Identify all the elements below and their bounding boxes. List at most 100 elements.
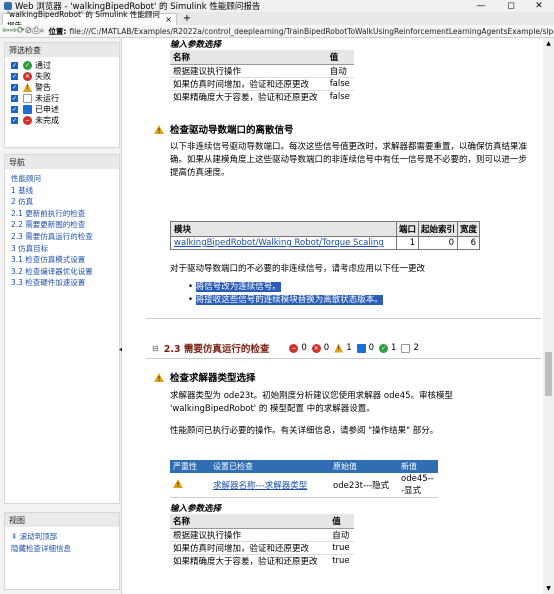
count-value: 1 — [346, 343, 352, 353]
report-content: 输入参数选择 名称值 根据建议执行操作 自动 如果仿真时间增加，验证和还原更改 fa… — [122, 38, 543, 594]
close-window-button[interactable]: ✕ — [524, 0, 554, 12]
col-new: 新值 — [398, 460, 438, 473]
solver-setting-link[interactable]: 求解器名称---求解器类型 — [213, 481, 307, 491]
count-status-icon — [356, 343, 366, 353]
status-icon: ✓ — [23, 61, 32, 70]
top-params-table: 名称值 根据建议执行操作 自动 如果仿真时间增加，验证和还原更改 false 如果精… — [170, 50, 354, 103]
nav-panel: 导航 性能顾问 1 基线 2 仿真 2.1 更新前执行的检查 2.2 需要更新图的检查 2… — [4, 154, 120, 504]
maximize-button[interactable]: ◻ — [496, 0, 526, 12]
divider — [146, 358, 541, 359]
filter-item[interactable]: ✓ ✕ 失败 — [5, 71, 119, 82]
checkbox[interactable]: ✓ — [11, 73, 18, 80]
filter-item[interactable]: ✓ 未运行 — [5, 93, 119, 104]
nav-link[interactable]: 2.2 需要更新图的检查 — [5, 219, 119, 231]
new-tab-button[interactable]: + — [180, 13, 194, 25]
status-icon — [23, 105, 32, 114]
nav-link[interactable]: 3.3 检查硬件加速设置 — [5, 277, 119, 289]
filter-label: 未完成 — [35, 116, 59, 125]
hide-details-link[interactable]: 隐藏检查详细信息 — [5, 543, 119, 555]
checkbox[interactable]: ✓ — [11, 62, 18, 69]
scroll-thumb[interactable] — [545, 352, 552, 396]
back-icon[interactable]: ⇦ — [2, 26, 10, 36]
filter-item[interactable]: ✓ − 未完成 — [5, 115, 119, 126]
param-value: 自动 — [326, 64, 354, 78]
filter-label: 警告 — [35, 83, 51, 92]
col-value: 值 — [329, 514, 354, 529]
warning-icon: ! — [154, 372, 164, 382]
sec23-header: ⊟ 2.3 需要仿真运行的检查 −0 ✕ 0! 1 0 ✓ 1 2 — [152, 341, 424, 355]
block-link[interactable]: walkingBipedRobot/Walking Robot/Torque S… — [174, 238, 384, 248]
status-icon: ✕ — [23, 72, 32, 81]
sec1-suggest: 对于驱动导数端口的不必要的非连续信号，请考虑应用以下任一更改 — [170, 264, 426, 274]
status-icon: ! — [23, 83, 32, 92]
col-name: 名称 — [170, 514, 330, 529]
checkbox[interactable]: ✓ — [11, 106, 18, 113]
filter-label: 已申述 — [35, 105, 59, 114]
count-item: ✕ 0 — [311, 343, 329, 353]
nav-link[interactable]: 3 仿真目标 — [5, 243, 119, 255]
filter-panel: 筛选检查 ✓ ✓ 通过 ✓ ✕ 失败 ✓! 警告 ✓ 未运行 ✓ 已申述 ✓ − 未完成 — [4, 42, 120, 148]
sec1-table: 模块 端口 起始索引 宽度 walkingBipedRobot/Walking … — [170, 221, 481, 250]
col-block: 模块 — [170, 221, 397, 237]
warning-icon: ! — [154, 124, 164, 134]
col-port: 端口 — [395, 221, 420, 237]
filter-item[interactable]: ✓! 警告 — [5, 82, 119, 93]
nav-link[interactable]: 性能顾问 — [5, 173, 119, 185]
count-status-icon: ! — [334, 343, 344, 353]
vertical-scrollbar[interactable]: ▲ ▼ — [543, 38, 554, 594]
view-title: 视图 — [5, 513, 119, 527]
sec23-counts: −0 ✕ 0! 1 0 ✓ 1 2 — [289, 343, 424, 353]
nav-link[interactable]: 3.2 检查编译器优化设置 — [5, 266, 119, 278]
col-original: 原始值 — [330, 460, 398, 473]
checkbox[interactable]: ✓ — [11, 117, 18, 124]
checkbox[interactable]: ✓ — [11, 84, 18, 91]
stop-icon[interactable]: ⊘ — [25, 26, 33, 36]
count-value: 0 — [368, 343, 375, 353]
count-value: 2 — [413, 343, 419, 353]
filter-item[interactable]: ✓ 已申述 — [5, 104, 119, 115]
status-icon: − — [23, 116, 32, 125]
checkbox[interactable]: ✓ — [11, 95, 18, 102]
svg-text:!: ! — [177, 481, 180, 488]
forward-icon[interactable]: ⇨ — [10, 26, 18, 36]
sec2-header: ! 检查求解器类型选择 — [154, 370, 256, 384]
bullet-item: • 将接收这些信号的连续模块替换为离散状态版本。 — [188, 295, 383, 305]
count-value: 1 — [391, 343, 397, 353]
sidebar: 筛选检查 ✓ ✓ 通过 ✓ ✕ 失败 ✓! 警告 ✓ 未运行 ✓ 已申述 ✓ − 未完成 导航 性能顾问 1 … — [0, 38, 122, 594]
top-params-title: 输入参数选择 — [170, 40, 222, 50]
url-field[interactable]: file:///C:/MATLAB/Examples/R2022a/contro… — [69, 27, 554, 36]
scroll-up-icon[interactable]: ▲ — [543, 40, 554, 47]
filter-list: ✓ ✓ 通过 ✓ ✕ 失败 ✓! 警告 ✓ 未运行 ✓ 已申述 ✓ − 未完成 — [5, 57, 119, 126]
col-name: 名称 — [170, 50, 327, 65]
filter-title: 筛选检查 — [5, 43, 119, 57]
param-value: false — [329, 92, 350, 102]
scroll-to-top-link[interactable]: ⇞ 滚动到顶部 — [5, 531, 119, 543]
minimize-button[interactable]: — — [466, 0, 496, 12]
print-icon[interactable]: ⎙ — [32, 26, 39, 36]
view-panel: 视图 ⇞ 滚动到顶部 隐藏检查详细信息 — [4, 512, 120, 590]
nav-link[interactable]: 2 仿真 — [5, 196, 119, 208]
col-severity: 严重性 — [170, 460, 210, 473]
count-item: −0 — [289, 343, 307, 353]
nav-link[interactable]: 1 基线 — [5, 185, 119, 197]
bottom-params-table: 名称值 根据建议执行操作 自动 如果仿真时间增加，验证和还原更改 true 如果精确… — [170, 514, 354, 567]
col-value: 值 — [326, 50, 354, 65]
scroll-top-icon: ⇞ — [11, 532, 18, 541]
param-name: 如果精确度大于容差，验证和还原更改 — [173, 93, 318, 103]
sec1-title: 检查驱动导数端口的离散信号 — [170, 125, 294, 136]
nav-link[interactable]: 2.3 需要仿真运行的检查 — [5, 231, 119, 243]
close-tab-icon[interactable]: × — [165, 15, 172, 24]
scroll-down-icon[interactable]: ▼ — [543, 585, 554, 592]
param-name: 根据建议执行操作 — [170, 64, 327, 78]
collapse-toggle[interactable]: ⊟ — [152, 344, 159, 353]
nav-link[interactable]: 2.1 更新前执行的检查 — [5, 208, 119, 220]
nav-link[interactable]: 3.1 检查仿真模式设置 — [5, 254, 119, 266]
filter-item[interactable]: ✓ ✓ 通过 — [5, 60, 119, 71]
divider — [146, 318, 541, 319]
find-icon[interactable]: ⌕ — [39, 26, 44, 36]
count-status-icon: ✕ — [311, 343, 321, 353]
cell-new: ode45---显式 — [398, 473, 438, 498]
bottom-params-title: 输入参数选择 — [170, 504, 222, 514]
refresh-icon[interactable]: ⟳ — [17, 26, 25, 36]
tab-report[interactable]: 'walkingBipedRobot' 的 Simulink 性能顾问报告 × — [2, 10, 177, 30]
